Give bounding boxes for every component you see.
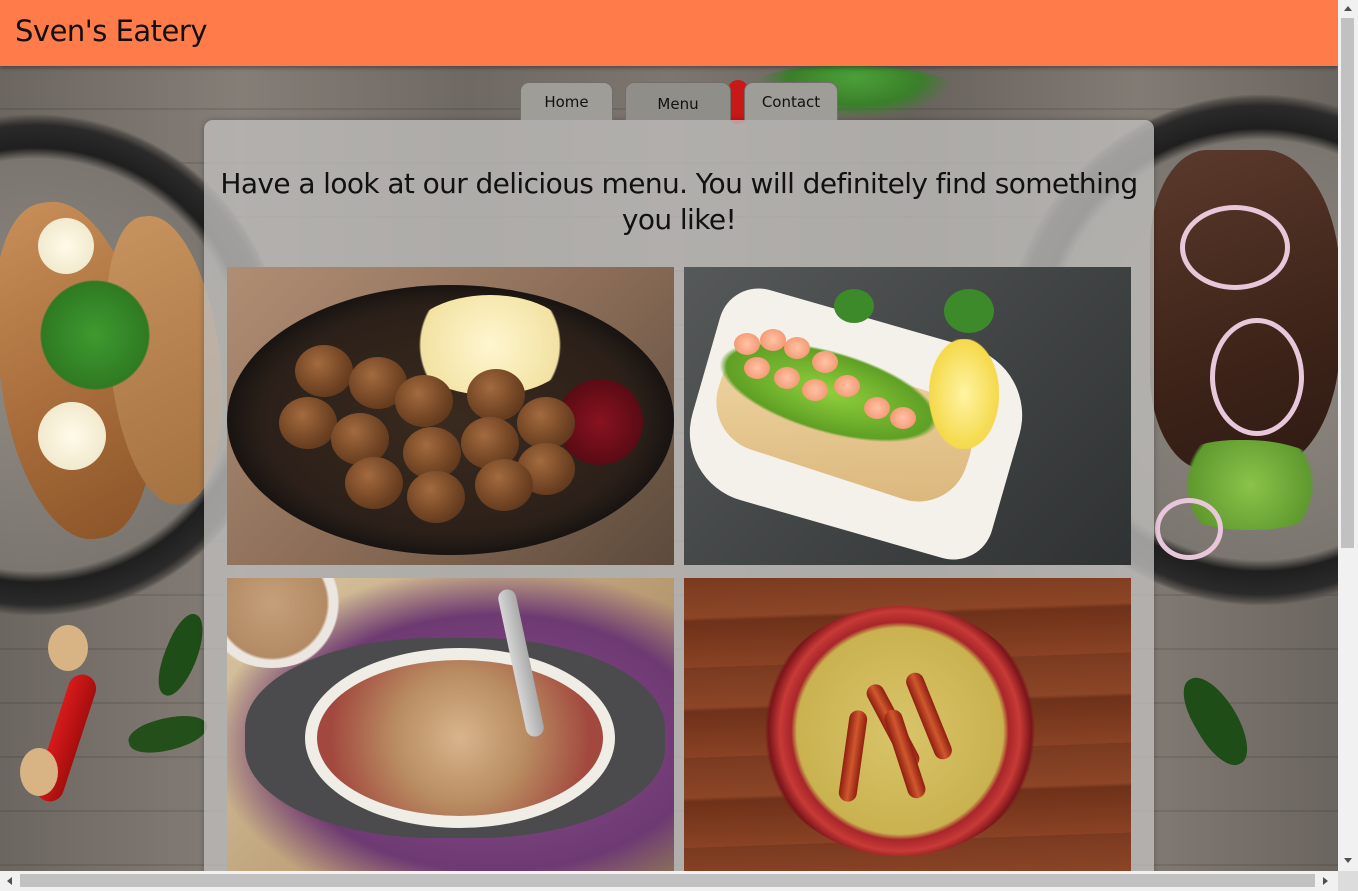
dish-shrimp	[774, 367, 800, 389]
tab-contact[interactable]: Contact	[744, 82, 838, 120]
dish-shrimp	[760, 329, 786, 351]
background-onion-ring	[1210, 318, 1304, 436]
dish-shrimp	[812, 351, 838, 373]
background-onion-ring	[1155, 498, 1223, 560]
dish-meatball	[467, 369, 525, 421]
dish-shrimp	[802, 379, 828, 401]
background-leaf	[150, 609, 212, 701]
dish-shrimp	[834, 375, 860, 397]
dish-meatball	[475, 459, 533, 511]
background-cream	[38, 218, 94, 274]
dish-shrimp	[864, 397, 890, 419]
dish-image-meatballs	[227, 267, 674, 565]
tab-menu[interactable]: Menu	[625, 82, 731, 120]
triangle-right-icon[interactable]	[1323, 877, 1328, 885]
dish-meatball	[407, 471, 465, 523]
dish-crumble-filling	[317, 660, 603, 816]
site-header: Sven's Eatery	[0, 0, 1338, 66]
background-cashew	[48, 625, 88, 671]
dish-herb	[834, 289, 874, 323]
dish-herb	[944, 289, 994, 333]
dish-shrimp	[744, 357, 770, 379]
background-leaf-3	[1173, 668, 1259, 774]
background-herb	[25, 280, 165, 390]
menu-panel: Have a look at our delicious menu. You w…	[204, 120, 1154, 871]
dish-meatball	[395, 375, 453, 427]
dish-meatball	[279, 397, 337, 449]
dish-meatball	[295, 345, 353, 397]
triangle-down-icon[interactable]	[1344, 858, 1352, 863]
dish-image-shrimp-sandwich	[684, 267, 1131, 565]
background-cashew-2	[20, 748, 58, 796]
background-cream-2	[38, 402, 106, 470]
tab-home[interactable]: Home	[520, 82, 613, 120]
scrollbar-corner	[1338, 871, 1358, 891]
background-onion-ring	[1180, 205, 1290, 290]
vertical-scrollbar[interactable]	[1338, 0, 1358, 871]
dish-shrimp	[890, 407, 916, 429]
background-leaf-2	[125, 708, 211, 760]
dish-image-pea-soup	[684, 578, 1131, 871]
dish-shrimp	[784, 337, 810, 359]
horizontal-scroll-thumb[interactable]	[20, 874, 1315, 887]
dish-lemon	[929, 339, 999, 449]
triangle-up-icon[interactable]	[1344, 6, 1352, 11]
page-viewport: Sven's Eatery Home Menu Contact Have a l…	[0, 0, 1338, 871]
dish-meatball	[345, 457, 403, 509]
dish-meatball	[517, 397, 575, 449]
menu-headline: Have a look at our delicious menu. You w…	[220, 167, 1138, 236]
triangle-left-icon[interactable]	[7, 877, 12, 885]
dish-shrimp	[734, 333, 760, 355]
vertical-scroll-thumb[interactable]	[1341, 18, 1354, 548]
dish-image-crumble	[227, 578, 674, 871]
horizontal-scrollbar[interactable]	[0, 871, 1338, 891]
site-title: Sven's Eatery	[15, 14, 207, 48]
